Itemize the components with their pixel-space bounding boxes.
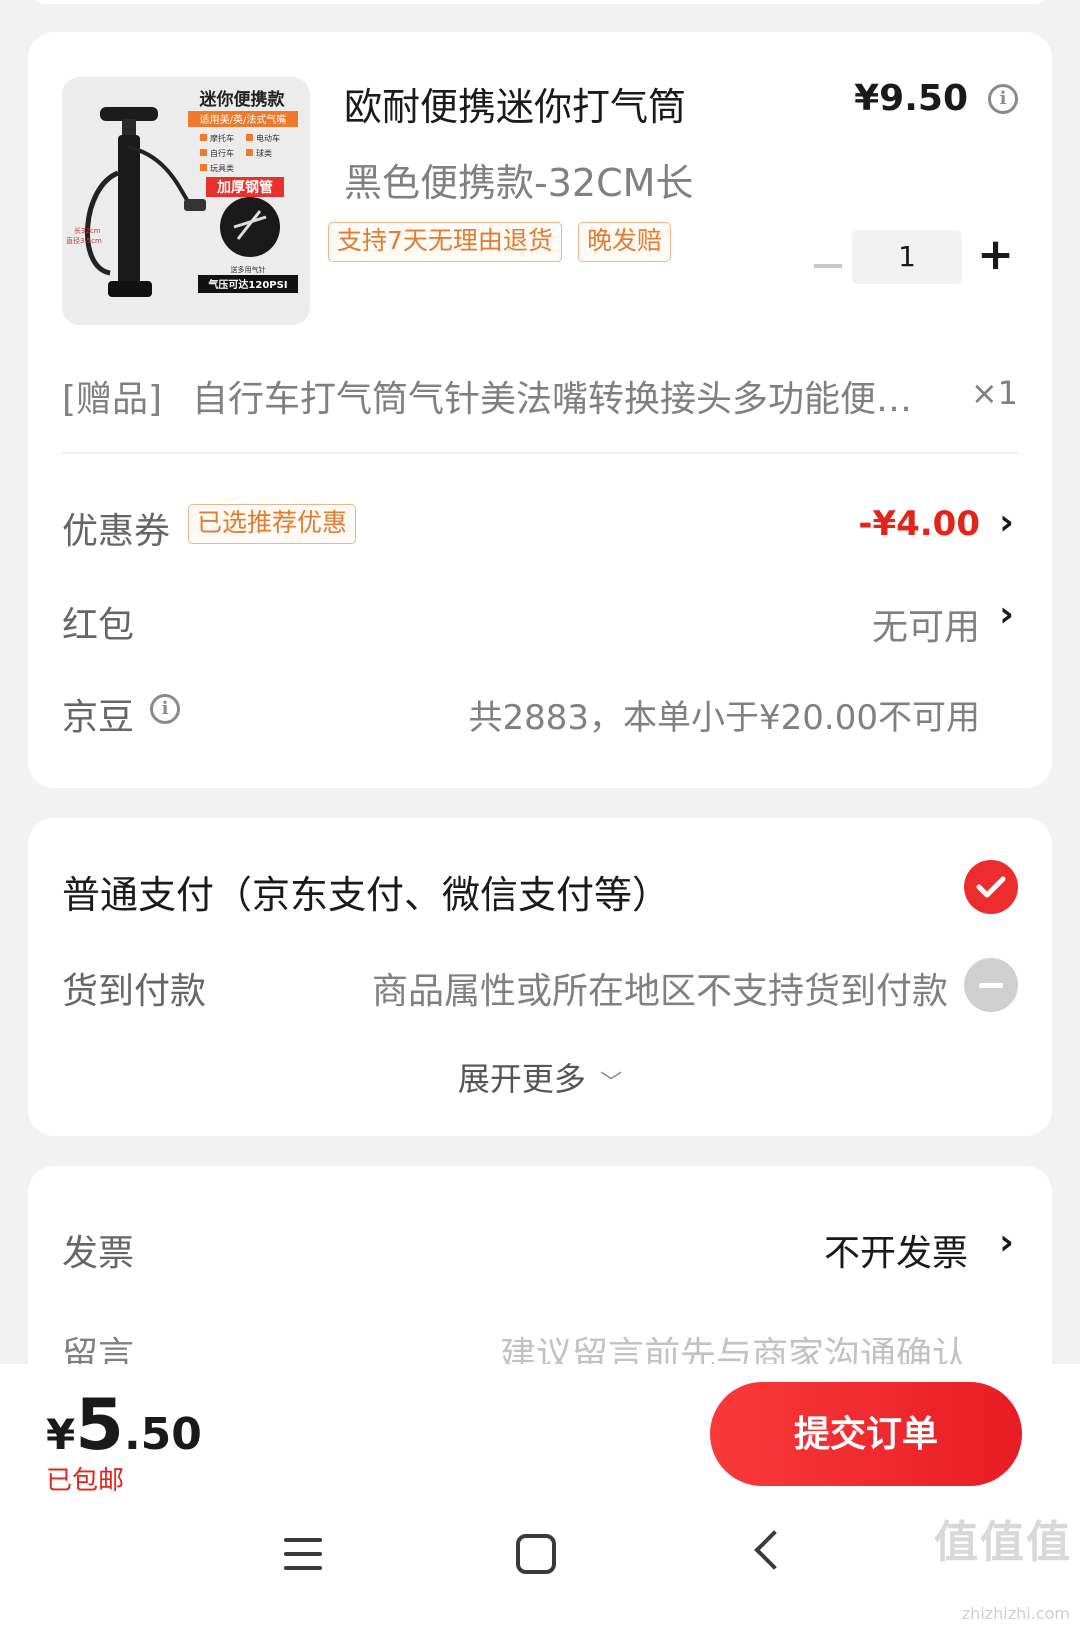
svg-text:电动车: 电动车 [256, 133, 280, 143]
gift-label: [赠品] [62, 379, 163, 420]
expand-more-link[interactable]: 展开更多 ﹀ [28, 1054, 1052, 1100]
watermark-url: zhizhizhi.com [961, 1604, 1070, 1623]
product-spec[interactable]: 黑色便携款-32CM长 [344, 152, 693, 207]
beans-info-icon[interactable]: i [150, 694, 180, 724]
currency-symbol: ¥ [46, 1410, 76, 1459]
back-icon[interactable] [754, 1530, 794, 1570]
total-decimal: .50 [123, 1409, 202, 1460]
checkmark-icon[interactable] [964, 860, 1018, 914]
previous-card [28, 0, 1052, 4]
red-packet-chevron-icon[interactable]: › [999, 594, 1014, 635]
svg-text:长32cm: 长32cm [74, 226, 101, 235]
coupon-label: 优惠券 [62, 511, 171, 552]
beans-value: 共2883，本单小于¥20.00不可用 [468, 698, 981, 738]
coupon-chevron-icon[interactable]: › [999, 502, 1014, 543]
svg-text:适用美/英/法式气嘴: 适用美/英/法式气嘴 [200, 113, 287, 126]
bottom-action-bar: ¥5.50 已包邮 提交订单 [0, 1364, 1080, 1496]
gift-quantity: ×1 [970, 374, 1018, 412]
payment-card: 普通支付（京东支付、微信支付等） 货到付款 商品属性或所在地区不支持货到付款 展… [28, 818, 1052, 1136]
free-shipping-label: 已包邮 [46, 1466, 125, 1496]
svg-text:球类: 球类 [256, 148, 272, 158]
divider [62, 452, 1018, 454]
svg-text:玩具类: 玩具类 [210, 163, 234, 173]
svg-text:气压可达120PSI: 气压可达120PSI [207, 278, 287, 291]
return-policy-tag: 支持7天无理由退货 [328, 222, 562, 262]
home-icon[interactable] [516, 1534, 556, 1574]
price-info-icon[interactable]: i [988, 84, 1018, 114]
svg-text:自行车: 自行车 [210, 148, 234, 158]
invoice-value[interactable]: 不开发票 [824, 1224, 968, 1276]
disabled-icon [964, 958, 1018, 1012]
invoice-label: 发票 [62, 1233, 135, 1274]
watermark-logo: 值值值 [934, 1517, 1072, 1568]
order-total: ¥5.50 [46, 1384, 202, 1466]
total-integer: 5 [75, 1384, 124, 1466]
red-packet-label: 红包 [62, 605, 135, 646]
product-card: 迷你便携款 适用美/英/法式气嘴 摩托车 电动车 自行车 球类 玩具类 加厚钢管 [28, 32, 1052, 788]
svg-text:直径3.5cm: 直径3.5cm [66, 236, 102, 245]
red-packet-value[interactable]: 无可用 [872, 598, 980, 650]
cod-label: 货到付款 [62, 971, 207, 1012]
coupon-selected-tag: 已选推荐优惠 [188, 504, 357, 544]
svg-text:送多用气针: 送多用气针 [231, 265, 266, 274]
svg-text:迷你便携款: 迷你便携款 [199, 89, 286, 110]
recent-apps-icon[interactable] [284, 1538, 322, 1570]
product-thumbnail[interactable]: 迷你便携款 适用美/英/法式气嘴 摩托车 电动车 自行车 球类 玩具类 加厚钢管 [62, 77, 310, 325]
normal-payment-option[interactable]: 普通支付（京东支付、微信支付等） [62, 864, 670, 919]
quantity-minus-button[interactable] [814, 264, 842, 268]
pump-image: 迷你便携款 适用美/英/法式气嘴 摩托车 电动车 自行车 球类 玩具类 加厚钢管 [62, 77, 310, 325]
quantity-input[interactable]: 1 [852, 230, 962, 284]
expand-more-label: 展开更多 [457, 1060, 586, 1098]
gift-name[interactable]: 自行车打气筒气针美法嘴转换接头多功能便携式 [192, 370, 932, 422]
product-title[interactable]: 欧耐便携迷你打气筒 [344, 76, 686, 131]
beans-label: 京豆 [62, 697, 135, 738]
product-price: ¥9.50 [854, 78, 968, 119]
system-nav-bar: 值值值 zhizhizhi.com [0, 1496, 1080, 1631]
coupon-value[interactable]: -¥4.00 [858, 504, 980, 544]
late-delivery-tag: 晚发赔 [578, 222, 672, 262]
cod-unavailable-note: 商品属性或所在地区不支持货到付款 [371, 971, 948, 1012]
invoice-chevron-icon[interactable]: › [999, 1222, 1014, 1263]
svg-text:加厚钢管: 加厚钢管 [216, 179, 273, 196]
svg-text:摩托车: 摩托车 [210, 133, 234, 143]
submit-order-button[interactable]: 提交订单 [710, 1382, 1022, 1486]
quantity-plus-button[interactable]: + [977, 227, 1014, 283]
chevron-down-icon: ﹀ [600, 1071, 623, 1096]
